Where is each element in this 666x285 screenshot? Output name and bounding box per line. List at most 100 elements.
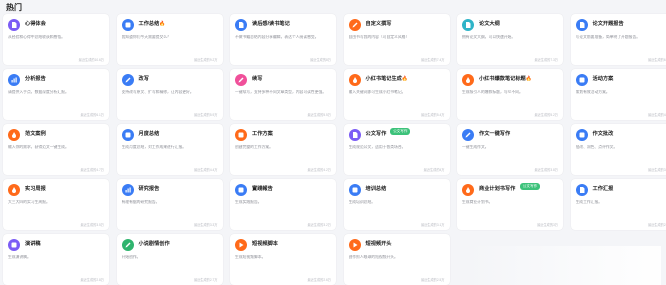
card-usage-count: 最近生成的7.4万 <box>420 58 445 62</box>
card-usage-count: 最近生成的4.7万 <box>80 168 104 172</box>
tool-card[interactable]: 范文案例 输入你的需求，获得范文一键生成。 最近生成的4.7万 <box>3 124 109 175</box>
card-title: 心得体会 <box>25 21 46 27</box>
card-description: 有理有据的研究报告。 <box>121 200 160 204</box>
card-title: 活动方案 <box>592 76 614 82</box>
business-icon <box>462 184 474 196</box>
hot-fire-icon: 🔥 <box>159 21 166 27</box>
card-usage-count: 最近生成的10.6万 <box>78 58 104 62</box>
tool-card[interactable]: 短视频开头 创作抓人眼球的短视频开头。 最近生成的2.5万 <box>343 234 450 285</box>
card-usage-count: 最近生成的4万 <box>423 168 445 172</box>
card-title: 作文批改 <box>592 131 614 137</box>
tool-card[interactable]: 工作方案 创建完整的工作方案。 最近生成的4.2万 <box>230 124 336 175</box>
card-description: 生成月度总结，对工作成果进行汇报。 <box>121 145 187 149</box>
tool-card[interactable]: 读后感/读书笔记不做书籍总结内容分享编辑，表达个人阅读感受。最近生成的8万 <box>230 14 336 65</box>
tool-card[interactable]: 實踐報告 生成实践报告。 最近生成的3.2万 <box>230 179 336 230</box>
card-description: 一键生成作文。 <box>462 145 489 149</box>
card-usage-count: 最近生成的2.5万 <box>420 278 445 282</box>
weekly-icon <box>8 184 20 196</box>
card-usage-count: 最近生成的5.9万 <box>193 113 218 117</box>
card-description: 生成规范公文，适用于各类场合。 <box>348 145 406 149</box>
card-usage-count: 最近生成的3.5万 <box>80 223 104 227</box>
tool-card[interactable]: 工作汇报生成工作汇报。最近生成的2.9万 <box>570 179 666 230</box>
event-icon <box>575 74 588 86</box>
tool-card[interactable]: 自定义撰写自由书写我的内容（可自定义风格） 最近生成的7.4万 <box>343 14 450 65</box>
tool-card[interactable]: 小红书笔记生成🔥 输入关键词即可生成小红书笔记。 最近生成的5.4万 <box>343 69 450 120</box>
card-usage-count: 最近生成的7.3万 <box>534 58 558 62</box>
section-title: 热门 <box>6 3 22 12</box>
card-usage-count: 最近生成的4.2万 <box>307 168 331 172</box>
card-title: 工作方案 <box>252 131 273 137</box>
faded-bottom-right-region <box>468 246 661 285</box>
card-description: 大三大四的实习生周报。 <box>8 200 50 204</box>
story-icon <box>121 239 134 251</box>
card-title: 续写 <box>252 76 263 82</box>
tool-card[interactable]: 培训总结 生成培训总结。 最近生成的3.1万 <box>343 179 450 230</box>
card-usage-count: 最近生成的3.3万 <box>193 223 218 227</box>
practice-icon <box>235 184 247 196</box>
card-usage-count: 最近生成的8万 <box>310 58 331 62</box>
card-description: 生成培训总结。 <box>348 200 376 204</box>
card-description: 不做书籍总结内容分享编辑，表达个人阅读感受。 <box>235 35 319 39</box>
card-title: 短视频脚本 <box>252 241 278 247</box>
tool-card[interactable]: 改写支持改写原文、扩写和精修，让内容更好。最近生成的5.9万 <box>116 69 223 120</box>
tool-card[interactable]: 分析报告 请提供入手点，数据深度分析汇报。 最近生成的6.1万 <box>3 69 109 120</box>
tool-card[interactable]: 研究报告有理有据的研究报告。最近生成的3.3万 <box>116 179 223 230</box>
official-icon <box>348 129 361 141</box>
calendar-icon <box>121 129 134 141</box>
card-title: 读后感/读书笔记 <box>252 21 290 27</box>
tool-card[interactable]: 心得体会从经验和心得中总结收获和感悟。最近生成的10.6万 <box>3 14 109 65</box>
tool-card[interactable]: 公文写作 公文写作 生成规范公文，适用于各类场合。 最近生成的4万 <box>343 124 450 175</box>
tool-card[interactable]: 小说剧情创作 开始创作。 最近生成的2.7万 <box>116 234 223 285</box>
card-description: 生成实践报告。 <box>235 200 262 204</box>
card-description: 策划有效活动方案。 <box>575 90 610 94</box>
card-description: 开始创作。 <box>121 255 141 259</box>
card-usage-count: 最近生成的3.7万 <box>647 168 666 172</box>
edit-icon <box>121 74 134 86</box>
card-title: 范文案例 <box>25 131 46 137</box>
card-title: 论文大纲 <box>479 21 500 27</box>
card-title: 研究报告 <box>138 186 160 192</box>
sample-icon <box>8 129 20 141</box>
hot-fire-icon: 🔥 <box>401 76 409 82</box>
tool-card[interactable]: 续写 一键续写，支持多种不同文章类型，内容可读性更强。 最近生成的5.5万 <box>230 69 336 120</box>
card-description: 拥有论文大纲，可以快速开始。 <box>462 35 516 39</box>
card-usage-count: 最近生成的2.8万 <box>80 278 104 282</box>
card-usage-count: 最近生成的9.2万 <box>193 58 218 62</box>
card-description: 批改、润色、点评作文。 <box>575 145 618 149</box>
continue-icon <box>235 74 247 86</box>
card-title: 论文开题报告 <box>592 21 624 27</box>
tool-card[interactable]: 作文批改批改、润色、点评作文。最近生成的3.7万 <box>570 124 666 175</box>
training-icon <box>348 184 361 196</box>
tool-card[interactable]: 论文大纲拥有论文大纲，可以快速开始。最近生成的7.3万 <box>457 14 563 65</box>
card-description: 请提供入手点，数据深度分析汇报。 <box>8 90 69 94</box>
card-description: 输入关键词即可生成小红书笔记。 <box>348 90 406 94</box>
card-title: 自定义撰写 <box>365 21 392 27</box>
card-title: 工作总结🔥 <box>138 21 166 27</box>
card-title: 小说剧情创作 <box>138 241 170 247</box>
tool-card[interactable]: 演讲稿 生成演讲稿。 最近生成的2.8万 <box>3 234 109 285</box>
card-usage-count: 最近生成的3.1万 <box>420 223 445 227</box>
tool-card[interactable]: 短视频脚本 生成短视频脚本。 最近生成的2.6万 <box>230 234 336 285</box>
card-title: 商业计划书写作 <box>479 186 516 192</box>
card-description: 我知道你们今天需要提交么？ <box>121 35 171 39</box>
card-description: 从经验和心得中总结收获和感悟。 <box>8 35 65 39</box>
card-description: 生成演讲稿。 <box>8 255 31 259</box>
tool-card[interactable]: 活动方案策划有效活动方案。最近生成的4.9万 <box>570 69 666 120</box>
card-description: 支持改写原文、扩写和精修，让内容更好。 <box>121 90 194 94</box>
tool-card[interactable]: 小红书爆款笔记标题🔥 生成吸引人的爆款标题，与众不同。 最近生成的5.2万 <box>457 69 563 120</box>
card-description: 自由书写我的内容（可自定义风格） <box>348 35 410 39</box>
tool-card[interactable]: 工作总结🔥 我知道你们今天需要提交么？ 最近生成的9.2万 <box>116 14 223 65</box>
card-title: 改写 <box>138 76 149 82</box>
tool-card[interactable]: 实习周报大三大四的实习生周报。最近生成的3.5万 <box>3 179 109 230</box>
card-title: 月度总结 <box>138 131 160 137</box>
card-usage-count: 最近生成的4.9万 <box>647 113 666 117</box>
tool-card[interactable]: 论文开题报告写论文前要准备，简单明了开题报告。最近生成的6.9万 <box>570 14 666 65</box>
tool-card[interactable]: 月度总结 生成月度总结，对工作成果进行汇报。 最近生成的4.4万 <box>116 124 223 175</box>
tool-card[interactable]: 作文一键写作 一键生成作文。 最近生成的3.8万 <box>457 124 563 175</box>
card-description: 生成商业计划书。 <box>462 200 493 204</box>
card-title: 實踐報告 <box>252 186 273 192</box>
tool-card[interactable]: 商业计划书写作 公文写作 生成商业计划书。 最近生成的3万 <box>457 179 563 230</box>
card-title: 实习周报 <box>25 186 46 192</box>
check-icon <box>575 129 588 141</box>
document-icon <box>8 19 20 31</box>
